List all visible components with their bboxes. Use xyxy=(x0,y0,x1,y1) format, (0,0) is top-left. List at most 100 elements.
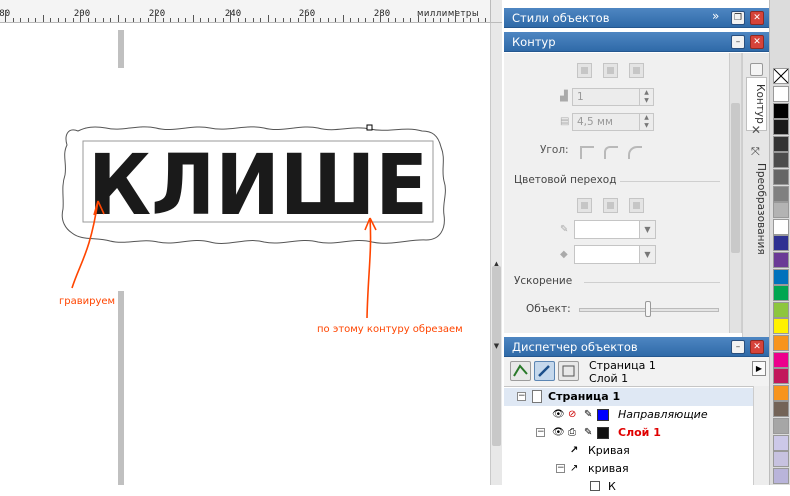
offset-input[interactable]: 4,5 мм ▲ ▼ xyxy=(572,113,654,131)
restore-icon[interactable]: ❐ xyxy=(731,11,745,25)
tree-row-child[interactable]: К xyxy=(504,478,753,496)
color-swatch[interactable] xyxy=(773,401,789,418)
minimize-icon[interactable]: – xyxy=(731,35,745,49)
object-tree-scrollbar[interactable] xyxy=(753,386,769,485)
contour-outside-button[interactable] xyxy=(629,63,644,78)
outline-color-picker[interactable]: ▼ xyxy=(574,220,656,239)
color-swatch[interactable] xyxy=(773,169,789,185)
color-swatch[interactable] xyxy=(773,418,789,434)
object-manager-header[interactable]: Диспетчер объектов – ✕ xyxy=(504,337,769,357)
pencil-icon[interactable]: ✎ xyxy=(584,406,592,424)
page-border-guide-top xyxy=(118,30,124,68)
color-swatch[interactable] xyxy=(773,301,789,318)
no-print-icon[interactable]: ⊘ xyxy=(568,406,576,424)
color-swatch[interactable] xyxy=(773,152,789,169)
layer-menu-arrow-icon[interactable]: ▶ xyxy=(752,361,766,376)
contour-to-center-button[interactable] xyxy=(577,63,592,78)
object-tree[interactable]: − Страница 1 👁 ⊘ ✎ Направляющие − 👁 ⎙ ✎ … xyxy=(504,386,753,493)
color-swatch[interactable] xyxy=(773,467,789,484)
eye-icon[interactable]: 👁 xyxy=(552,424,565,442)
spin-arrows-icon[interactable]: ▲ ▼ xyxy=(639,114,653,130)
contour-inside-button[interactable] xyxy=(603,63,618,78)
close-icon[interactable]: ✕ xyxy=(750,340,764,354)
close-tab-icon[interactable]: ✕ xyxy=(751,123,761,137)
collapse-icon[interactable]: − xyxy=(517,392,526,401)
contour-scrollbar[interactable] xyxy=(729,53,741,333)
scroll-thumb[interactable] xyxy=(731,103,740,253)
color-swatch[interactable] xyxy=(773,268,789,285)
layer-manager-view-button[interactable] xyxy=(558,361,579,381)
tree-row-curve-group[interactable]: − ↗ кривая xyxy=(504,460,753,478)
color-swatch[interactable] xyxy=(773,86,789,102)
expand-icon[interactable]: » xyxy=(712,9,719,23)
slider-thumb[interactable] xyxy=(645,301,651,317)
linear-color-button[interactable] xyxy=(577,198,592,213)
contour-panel-header[interactable]: Контур – ✕ xyxy=(504,32,769,52)
dropdown-arrow-icon[interactable]: ▼ xyxy=(639,221,655,238)
color-swatch[interactable] xyxy=(773,119,789,136)
color-swatch[interactable] xyxy=(773,102,789,119)
ruler-tick xyxy=(140,18,141,22)
ruler-tick xyxy=(477,18,479,22)
color-swatch[interactable] xyxy=(773,285,789,302)
ruler-tick xyxy=(395,18,396,22)
printer-icon[interactable]: ⎙ xyxy=(568,424,576,442)
color-swatch[interactable] xyxy=(773,351,789,368)
counterclockwise-color-button[interactable] xyxy=(629,198,644,213)
styles-panel-header[interactable]: Стили объектов » ❐ ✕ xyxy=(504,8,769,28)
ruler-tick xyxy=(192,15,194,22)
tree-row-curve[interactable]: ↗ Кривая xyxy=(504,442,753,460)
horizontal-ruler[interactable]: 180 200 220 240 260 280 миллиметры xyxy=(0,0,490,23)
color-swatch[interactable] xyxy=(773,202,789,219)
scroll-down-icon[interactable]: ▼ xyxy=(492,342,501,350)
close-icon[interactable]: ✕ xyxy=(750,11,764,25)
ruler-tick xyxy=(200,18,201,22)
tab-transform[interactable]: Преобразования xyxy=(746,157,767,261)
color-swatch[interactable] xyxy=(773,185,789,202)
color-swatch[interactable] xyxy=(773,434,789,451)
collapse-icon[interactable]: − xyxy=(536,428,545,437)
show-properties-button[interactable] xyxy=(510,361,531,381)
miter-corner-icon[interactable] xyxy=(580,146,594,159)
color-swatch[interactable] xyxy=(773,252,789,268)
collapse-icon[interactable]: − xyxy=(556,464,565,473)
color-swatch[interactable] xyxy=(773,135,789,152)
color-swatch[interactable] xyxy=(773,318,789,335)
ruler-tick xyxy=(380,10,381,22)
fill-color-picker[interactable]: ▼ xyxy=(574,245,656,264)
no-color-swatch[interactable] xyxy=(773,68,789,84)
color-swatch[interactable] xyxy=(773,335,789,351)
ruler-tick xyxy=(65,18,66,22)
tree-row-page[interactable]: − Страница 1 xyxy=(504,388,753,406)
minimize-icon[interactable]: – xyxy=(731,340,745,354)
tree-row-layer[interactable]: − 👁 ⎙ ✎ Слой 1 xyxy=(504,424,753,442)
tree-row-guides[interactable]: 👁 ⊘ ✎ Направляющие xyxy=(504,406,753,424)
scroll-thumb[interactable] xyxy=(492,266,501,446)
spin-arrows-icon[interactable]: ▲ ▼ xyxy=(639,89,653,105)
clockwise-color-button[interactable] xyxy=(603,198,618,213)
bevel-corner-icon[interactable] xyxy=(628,146,642,159)
color-swatch[interactable] xyxy=(773,384,789,401)
dropdown-arrow-icon[interactable]: ▼ xyxy=(639,246,655,263)
color-swatch[interactable] xyxy=(773,451,789,468)
close-icon[interactable]: ✕ xyxy=(750,35,764,49)
ruler-tick xyxy=(20,18,21,22)
docker-options-icon[interactable] xyxy=(750,63,763,76)
steps-input[interactable]: 1 ▲ ▼ xyxy=(572,88,654,106)
ruler-tick xyxy=(455,10,456,22)
color-swatch[interactable] xyxy=(773,218,789,235)
canvas-vertical-scrollbar[interactable]: ▲ ▼ xyxy=(490,23,502,485)
drawing-canvas[interactable]: КЛИШЕ гравируем по этому контуру обрезае… xyxy=(0,23,490,485)
pencil-icon[interactable]: ✎ xyxy=(584,424,592,442)
ruler-tick xyxy=(350,18,351,22)
color-swatch[interactable] xyxy=(773,235,789,252)
ruler-tick xyxy=(305,10,306,22)
round-corner-icon[interactable] xyxy=(604,146,618,159)
eye-icon[interactable]: 👁 xyxy=(552,406,565,424)
offset-icon: ▤ xyxy=(560,116,570,127)
color-swatch[interactable] xyxy=(773,368,789,385)
page-name: Страница 1 xyxy=(548,390,621,403)
edit-across-layers-button[interactable] xyxy=(534,361,555,381)
selection-handle xyxy=(366,124,373,131)
ruler-tick xyxy=(282,18,284,22)
